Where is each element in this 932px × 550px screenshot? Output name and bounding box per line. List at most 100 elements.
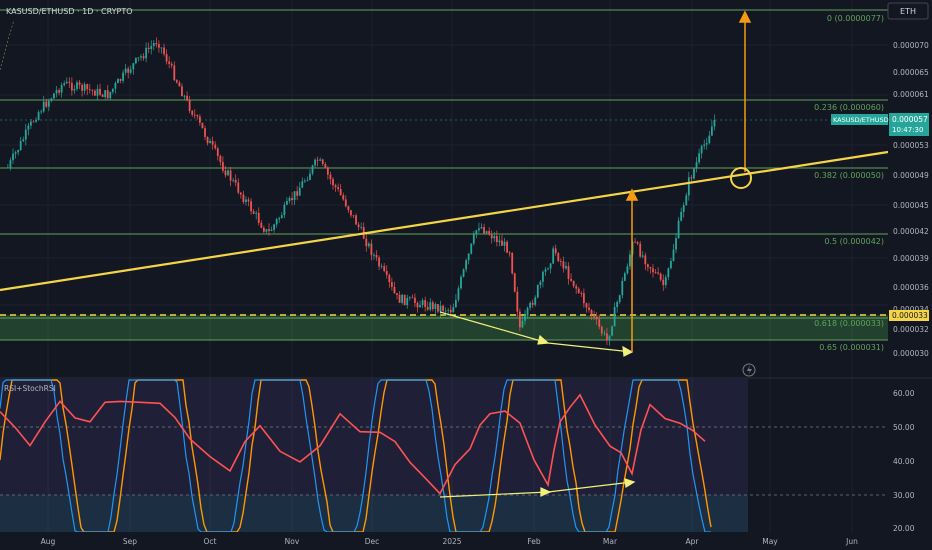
svg-text:Oct: Oct <box>204 537 217 546</box>
candle-body <box>216 148 219 157</box>
candle-body <box>222 162 224 171</box>
candle-body <box>47 100 50 107</box>
candle-body <box>462 269 465 277</box>
candle-body <box>142 56 145 59</box>
candle-body <box>600 326 603 334</box>
candle-body <box>117 79 119 84</box>
candle-body <box>286 200 288 205</box>
candle-body <box>53 93 55 99</box>
svg-text:KASUSD/ETHUSD: KASUSD/ETHUSD <box>833 116 889 124</box>
candle-body <box>577 288 580 293</box>
candle-body <box>559 261 562 262</box>
svg-text:Aug: Aug <box>41 537 56 546</box>
svg-text:0.000039: 0.000039 <box>893 254 929 263</box>
candle-body <box>360 227 363 228</box>
candle-body <box>385 270 388 275</box>
svg-text:Nov: Nov <box>285 537 300 546</box>
candle-body <box>421 300 424 306</box>
candle-body <box>570 278 572 281</box>
price-axis[interactable] <box>888 0 932 532</box>
candle-body <box>24 129 27 140</box>
candle-body <box>270 229 273 231</box>
candle-body <box>265 229 268 232</box>
candle-body <box>344 199 347 207</box>
candle-body <box>137 57 140 59</box>
candle-body <box>339 189 342 196</box>
svg-text:0.000065: 0.000065 <box>893 68 929 77</box>
svg-text:40.00: 40.00 <box>893 457 915 466</box>
candle-body <box>127 68 130 73</box>
stoch-oversold-band <box>0 495 748 532</box>
candle-body <box>91 89 94 91</box>
candle-body <box>431 302 434 310</box>
candle-body <box>70 82 73 91</box>
candle-body <box>160 47 163 49</box>
candle-body <box>242 194 245 203</box>
candle-body <box>152 43 155 47</box>
svg-text:0.000033: 0.000033 <box>892 311 928 320</box>
candle-body <box>408 297 411 299</box>
candle-body <box>237 182 240 193</box>
candle-body <box>165 54 168 62</box>
candle-body <box>355 215 357 225</box>
candle-body <box>554 248 557 254</box>
candle-body <box>183 95 186 97</box>
candle-body <box>526 307 529 316</box>
candle-body <box>383 266 386 271</box>
candle-body <box>155 43 158 45</box>
time-axis[interactable] <box>0 532 932 550</box>
candle-body <box>178 82 181 87</box>
candle-body <box>370 243 373 256</box>
highlight-price-tag: 0.000033 <box>889 310 929 321</box>
candle-body <box>175 80 178 83</box>
candle-body <box>585 303 588 308</box>
candle-body <box>283 204 286 216</box>
candle-body <box>293 191 296 201</box>
candle-body <box>403 294 406 306</box>
candle-body <box>675 238 677 250</box>
candle-body <box>398 294 401 303</box>
candle-body <box>672 249 675 262</box>
candle-body <box>452 307 455 313</box>
candle-body <box>134 57 137 64</box>
candle-body <box>55 90 58 94</box>
candle-body <box>396 293 398 295</box>
svg-text:Apr: Apr <box>686 537 700 546</box>
candle-body <box>301 181 304 188</box>
candle-body <box>478 228 480 231</box>
svg-text:Mar: Mar <box>603 537 618 546</box>
fib-label-065: 0.65 (0.000031) <box>819 343 884 352</box>
candle-body <box>316 159 319 161</box>
candle-body <box>114 83 117 89</box>
currency-badge[interactable]: ETH <box>887 2 929 20</box>
candle-body <box>357 224 360 228</box>
candle-body <box>437 304 439 312</box>
svg-text:0.000042: 0.000042 <box>893 227 929 236</box>
candle-body <box>163 47 165 55</box>
candle-body <box>27 125 30 130</box>
candle-body <box>196 115 199 117</box>
candle-body <box>42 101 45 112</box>
candle-body <box>181 86 183 97</box>
candle-body <box>513 273 516 292</box>
candle-body <box>30 121 32 126</box>
candle-body <box>329 174 332 180</box>
candle-body <box>544 269 547 272</box>
svg-text:Dec: Dec <box>365 537 380 546</box>
candle-body <box>214 144 217 149</box>
candle-body <box>524 315 526 321</box>
candle-body <box>639 243 642 257</box>
candle-body <box>140 56 142 58</box>
candle-body <box>685 195 688 206</box>
candle-body <box>209 140 212 144</box>
candle-body <box>32 121 35 123</box>
candle-body <box>388 274 391 283</box>
candle-body <box>534 297 537 305</box>
candle-body <box>111 88 114 92</box>
lightning-icon[interactable] <box>742 363 756 377</box>
svg-text:Feb: Feb <box>527 537 541 546</box>
candle-body <box>465 260 468 270</box>
svg-text:60.00: 60.00 <box>893 389 915 398</box>
candle-body <box>262 227 265 232</box>
candle-body <box>447 309 450 311</box>
